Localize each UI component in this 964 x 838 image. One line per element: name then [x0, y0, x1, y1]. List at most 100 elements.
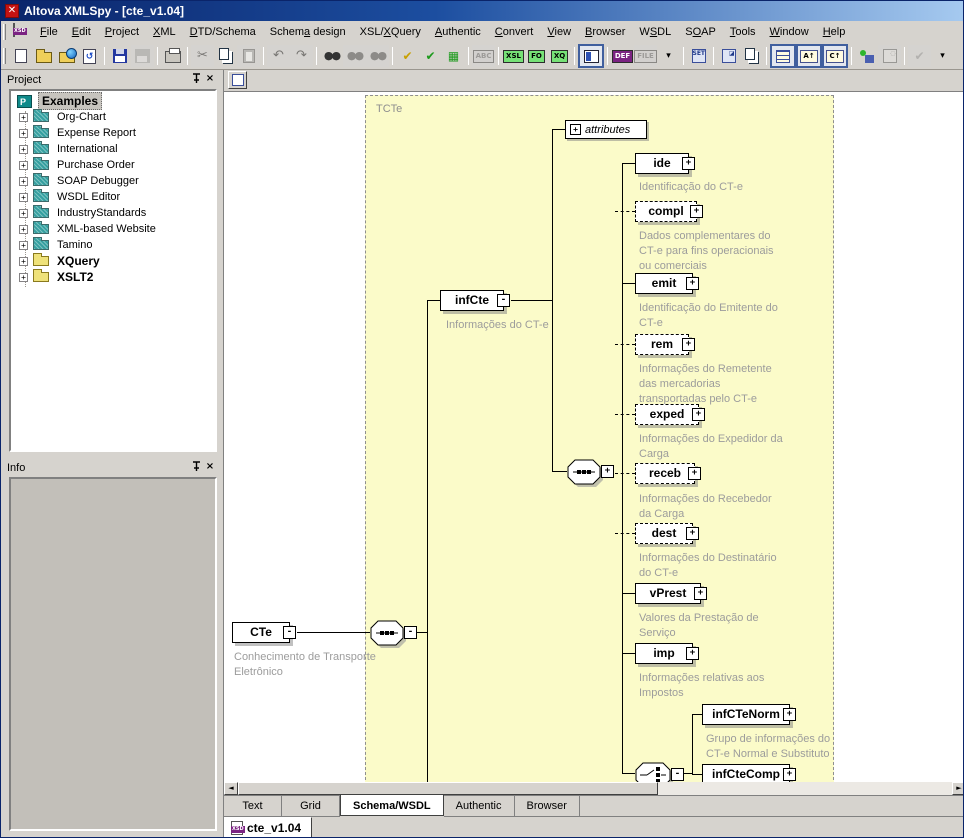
element-emit[interactable]: emit + [635, 273, 693, 294]
menu-soap[interactable]: SOAP [678, 23, 723, 41]
project-window-toggle[interactable] [578, 44, 604, 68]
expand-icon[interactable]: + [686, 277, 699, 290]
tree-item-label[interactable]: International [54, 142, 121, 156]
collapse-icon[interactable]: - [404, 626, 417, 639]
expand-icon[interactable]: + [783, 768, 796, 781]
goto-definition-button[interactable]: DEF [611, 45, 634, 67]
menu-window[interactable]: Window [763, 23, 816, 41]
tree-item-xquery[interactable]: + XQuery [13, 253, 215, 269]
choice-compositor-icon[interactable] [635, 762, 675, 782]
menu-edit[interactable]: Edit [65, 23, 98, 41]
new-file-button[interactable] [9, 45, 32, 67]
tree-item-wsdl-editor[interactable]: + WSDL Editor [13, 189, 215, 205]
expand-icon[interactable]: + [19, 177, 28, 186]
display-diagram-button[interactable] [228, 71, 247, 89]
redo-button[interactable]: ↷ [290, 45, 313, 67]
tree-item-label[interactable]: Org-Chart [54, 110, 109, 124]
menu-xml[interactable]: XML [146, 23, 183, 41]
toolbar-overflow-button[interactable]: ▾ [657, 45, 680, 67]
save-all-button[interactable] [131, 45, 154, 67]
copy-xpath-button[interactable] [740, 45, 763, 67]
save-button[interactable] [108, 45, 131, 67]
pin-icon[interactable] [189, 461, 203, 474]
menu-authentic[interactable]: Authentic [428, 23, 488, 41]
expand-icon[interactable]: + [570, 124, 581, 135]
expand-icon[interactable]: + [686, 647, 699, 660]
tree-item-label[interactable]: WSDL Editor [54, 190, 123, 204]
goto-file-button[interactable]: FILE [634, 45, 657, 67]
expand-icon[interactable]: + [19, 145, 28, 154]
schema-subset-button[interactable]: ◪ [717, 45, 740, 67]
expand-icon[interactable]: + [694, 587, 707, 600]
validate-schema-button[interactable]: ✔ [908, 45, 931, 67]
expand-icon[interactable]: + [682, 157, 695, 170]
smart-restrictions-button[interactable] [855, 45, 878, 67]
element-vprest[interactable]: vPrest + [635, 583, 701, 604]
tree-item-label[interactable]: Tamino [54, 238, 95, 252]
tree-item-label[interactable]: Purchase Order [54, 158, 138, 172]
expand-icon[interactable]: + [19, 241, 28, 250]
menu-tools[interactable]: Tools [723, 23, 763, 41]
element-exped[interactable]: exped + [635, 404, 699, 425]
scroll-right-button[interactable]: ► [952, 782, 964, 795]
expand-icon[interactable]: + [19, 113, 28, 122]
view-tab-grid[interactable]: Grid [282, 796, 340, 817]
tree-item-label[interactable]: XSLT2 [54, 269, 96, 285]
expand-icon[interactable]: + [783, 708, 796, 721]
close-icon[interactable]: × [203, 73, 217, 86]
menubar-grip[interactable] [3, 24, 6, 40]
expand-icon[interactable]: + [686, 527, 699, 540]
menu-dtd-schema[interactable]: DTD/Schema [183, 23, 263, 41]
expand-icon[interactable]: + [682, 338, 695, 351]
tree-item-xml-based-website[interactable]: + XML-based Website [13, 221, 215, 237]
print-button[interactable] [161, 45, 184, 67]
tree-root-label[interactable]: Examples [38, 92, 102, 110]
paste-button[interactable] [237, 45, 260, 67]
tree-item-xslt2[interactable]: + XSLT2 [13, 269, 215, 285]
validate-button[interactable]: ✔ [419, 45, 442, 67]
schema-settings-button[interactable]: SET [687, 45, 710, 67]
toolbar-overflow-button-2[interactable]: ▾ [931, 45, 954, 67]
sequence-compositor-icon[interactable] [567, 459, 605, 492]
scroll-left-button[interactable]: ◄ [224, 782, 238, 795]
menu-view[interactable]: View [540, 23, 578, 41]
expand-icon[interactable]: + [601, 465, 614, 478]
tree-item-tamino[interactable]: + Tamino [13, 237, 215, 253]
spelling-button[interactable]: ABC [472, 45, 495, 67]
show-compositors-button[interactable]: C↑ [822, 44, 848, 68]
expand-icon[interactable]: + [19, 225, 28, 234]
find-in-files-button[interactable]: ●● [366, 45, 389, 67]
display-diagram-button[interactable] [770, 44, 796, 68]
check-wellformed-button[interactable]: ✔ [396, 45, 419, 67]
cut-button[interactable]: ✂ [191, 45, 214, 67]
view-tab-schema-wsdl[interactable]: Schema/WSDL [340, 795, 444, 816]
element-cte[interactable]: CTe - [232, 622, 290, 643]
open-file-button[interactable] [32, 45, 55, 67]
scrollbar-thumb[interactable] [238, 782, 658, 795]
menu-wsdl[interactable]: WSDL [632, 23, 678, 41]
element-infcte[interactable]: infCte - [440, 290, 504, 311]
tree-item-international[interactable]: + International [13, 141, 215, 157]
element-infctecomp[interactable]: infCteComp + [702, 764, 790, 782]
tree-item-label[interactable]: XQuery [54, 253, 103, 269]
collapse-icon[interactable]: - [497, 294, 510, 307]
menu-xsl-xquery[interactable]: XSL/XQuery [353, 23, 428, 41]
assign-schema-button[interactable]: ▦ [442, 45, 465, 67]
expand-icon[interactable]: + [19, 273, 28, 282]
tree-item-label[interactable]: Expense Report [54, 126, 139, 140]
menu-schema-design[interactable]: Schema design [263, 23, 353, 41]
tree-item-label[interactable]: IndustryStandards [54, 206, 149, 220]
expand-icon[interactable]: + [19, 161, 28, 170]
tree-item-expense-report[interactable]: + Expense Report [13, 125, 215, 141]
xquery-exec-button[interactable]: XQ [548, 45, 571, 67]
element-ide[interactable]: ide + [635, 153, 689, 174]
close-icon[interactable]: × [203, 461, 217, 474]
fo-transform-button[interactable]: FO [525, 45, 548, 67]
tree-item-label[interactable]: XML-based Website [54, 222, 159, 236]
reload-file-button[interactable]: ↺ [78, 45, 101, 67]
expand-icon[interactable]: + [690, 205, 703, 218]
element-imp[interactable]: imp + [635, 643, 693, 664]
open-url-button[interactable] [55, 45, 78, 67]
expand-icon[interactable]: + [19, 193, 28, 202]
tree-item-purchase-order[interactable]: + Purchase Order [13, 157, 215, 173]
